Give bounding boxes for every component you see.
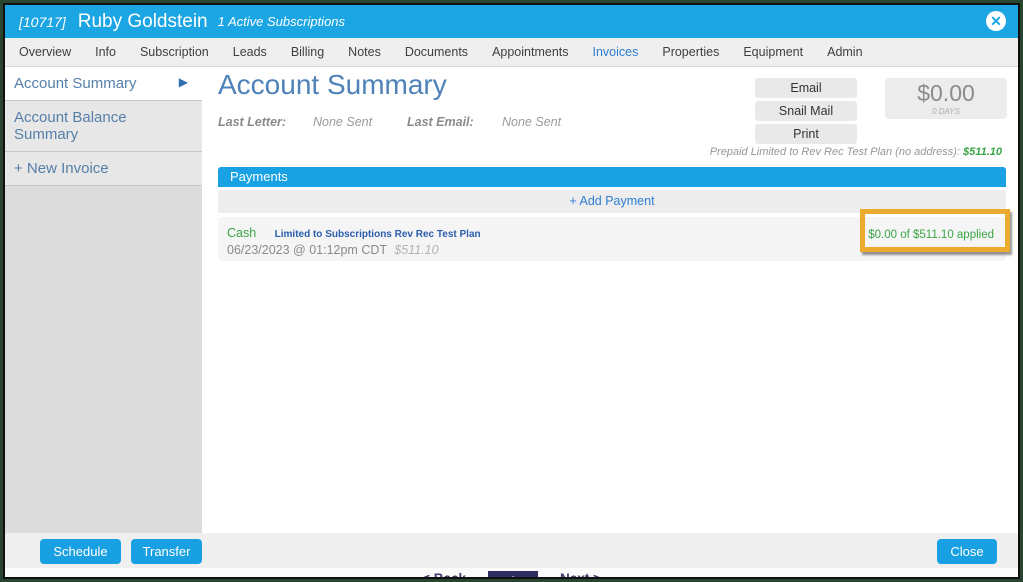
sidebar-item-new-invoice[interactable]: + New Invoice [5, 152, 202, 186]
tab-appointments[interactable]: Appointments [492, 45, 568, 59]
tab-invoices[interactable]: Invoices [593, 45, 639, 59]
tab-bar: Overview Info Subscription Leads Billing… [5, 38, 1018, 67]
payment-row[interactable]: Cash Limited to Subscriptions Rev Rec Te… [218, 217, 1006, 261]
payment-applied-amount: $0.00 of $511.10 applied [868, 229, 994, 241]
tab-equipment[interactable]: Equipment [743, 45, 803, 59]
sidebar-item-label: Account Summary [14, 75, 137, 92]
tab-documents[interactable]: Documents [405, 45, 468, 59]
page-title: Account Summary [218, 69, 447, 101]
sidebar-item-label: Account Balance Summary [14, 109, 127, 143]
sidebar-item-account-balance-summary[interactable]: Account Balance Summary [5, 101, 202, 152]
payment-row-line1: Cash Limited to Subscriptions Rev Rec Te… [227, 224, 481, 242]
schedule-button[interactable]: Schedule [40, 539, 121, 564]
balance-days: 0 DAYS [885, 107, 1007, 116]
tab-notes[interactable]: Notes [348, 45, 381, 59]
last-email-label: Last Email: [407, 115, 474, 129]
transfer-button[interactable]: Transfer [131, 539, 202, 564]
payments-section-header: Payments [218, 167, 1006, 187]
last-letter-value: None Sent [313, 115, 372, 129]
customer-modal: [10717] Ruby Goldstein 1 Active Subscrip… [3, 3, 1020, 579]
chevron-right-icon: ▶ [179, 75, 188, 89]
prepaid-note: Prepaid Limited to Rev Rec Test Plan (no… [710, 146, 1002, 158]
customer-name: Ruby Goldstein [78, 11, 208, 33]
prepaid-note-text: Prepaid Limited to Rev Rec Test Plan (no… [710, 146, 963, 158]
tab-properties[interactable]: Properties [662, 45, 719, 59]
print-button[interactable]: Print [755, 124, 857, 144]
active-subscriptions-note: 1 Active Subscriptions [218, 14, 345, 29]
prepaid-amount: $511.10 [963, 146, 1002, 158]
tab-leads[interactable]: Leads [233, 45, 267, 59]
close-button[interactable]: Close [937, 539, 997, 564]
add-payment-link[interactable]: + Add Payment [569, 190, 654, 213]
close-icon[interactable]: ✕ [986, 11, 1006, 31]
payment-restriction: Limited to Subscriptions Rev Rec Test Pl… [275, 229, 481, 240]
snail-mail-button[interactable]: Snail Mail [755, 101, 857, 121]
footer-bar: Schedule Transfer Close [5, 533, 1018, 569]
payment-method: Cash [227, 226, 256, 240]
balance-summary-box: $0.00 0 DAYS [885, 78, 1007, 119]
sidebar-item-account-summary[interactable]: Account Summary ▶ [5, 67, 202, 101]
add-payment-row: + Add Payment [218, 190, 1006, 213]
pagination-back[interactable]: < Back [422, 571, 466, 579]
invoice-sidebar: Account Summary ▶ Account Balance Summar… [5, 67, 202, 533]
payment-amount: $511.10 [394, 243, 438, 257]
last-letter-label: Last Letter: [218, 115, 286, 129]
tab-subscription[interactable]: Subscription [140, 45, 209, 59]
sidebar-item-label: + New Invoice [14, 160, 109, 177]
pagination-page[interactable]: 1 [488, 571, 538, 579]
email-button[interactable]: Email [755, 78, 857, 98]
balance-amount: $0.00 [885, 80, 1007, 107]
screenshot-frame: [10717] Ruby Goldstein 1 Active Subscrip… [0, 0, 1023, 582]
title-bar: [10717] Ruby Goldstein 1 Active Subscrip… [5, 5, 1018, 38]
customer-id: [10717] [19, 14, 66, 30]
tab-billing[interactable]: Billing [291, 45, 324, 59]
pagination-next[interactable]: Next > [560, 571, 601, 579]
tab-info[interactable]: Info [95, 45, 116, 59]
payment-row-line2: 06/23/2023 @ 01:12pm CDT $511.10 [227, 243, 439, 257]
last-email-value: None Sent [502, 115, 561, 129]
tab-overview[interactable]: Overview [19, 45, 71, 59]
payment-date: 06/23/2023 @ 01:12pm CDT [227, 243, 387, 257]
tab-admin[interactable]: Admin [827, 45, 862, 59]
pagination-bar: < Back 1 Next > [5, 568, 1018, 579]
